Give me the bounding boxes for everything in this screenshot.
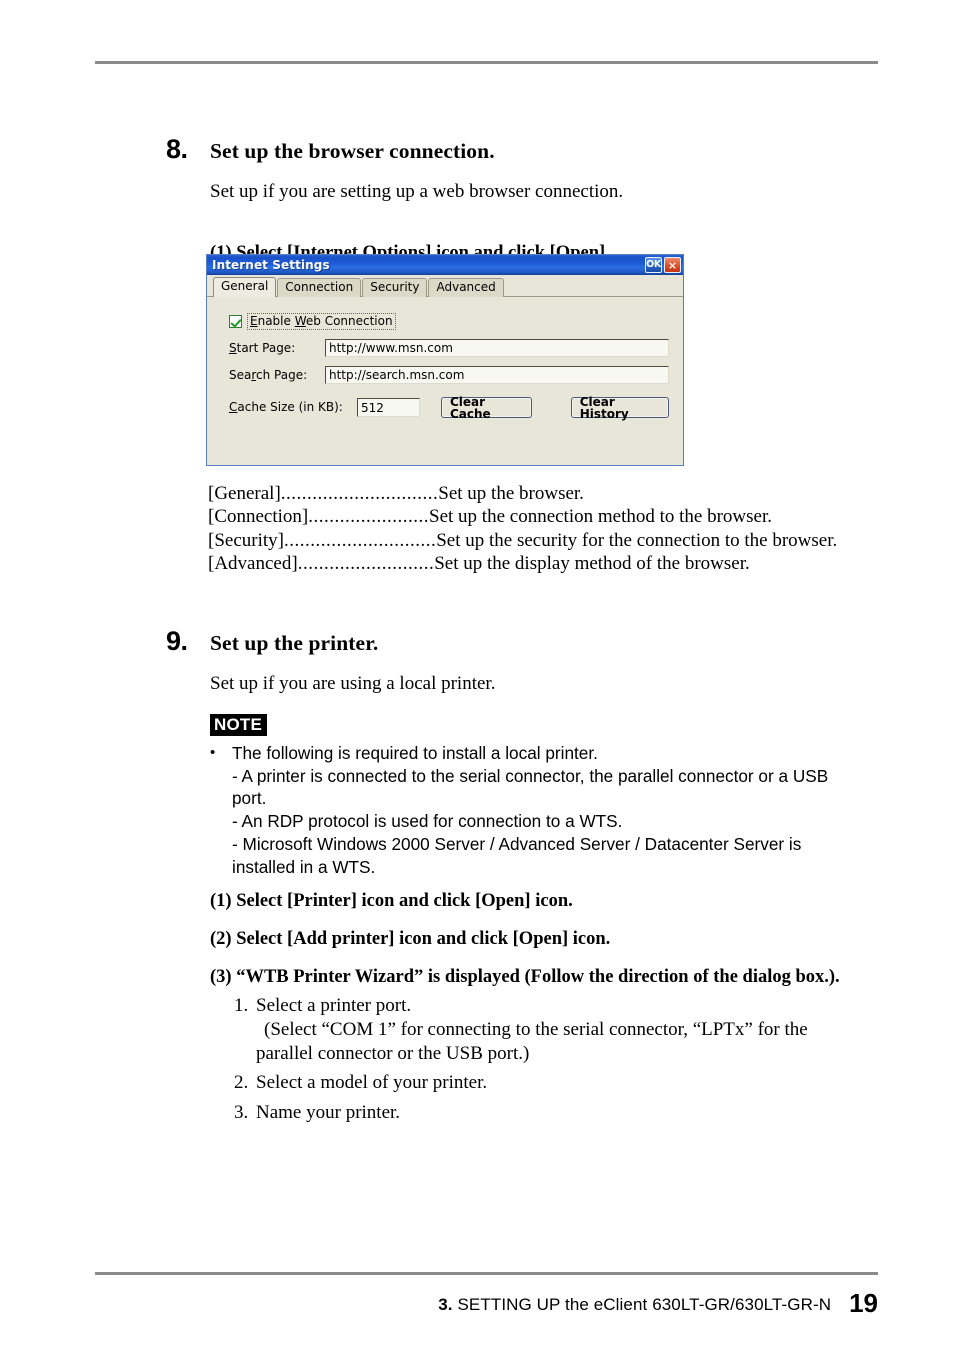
note-line: - An RDP protocol is used for connection… [232, 811, 623, 832]
printer-wizard-substeps: 1. Select a printer port. (Select “COM 1… [234, 994, 914, 1130]
note-line: The following is required to install a l… [232, 743, 598, 764]
cb-mid: nable [257, 314, 295, 328]
tab-advanced[interactable]: Advanced [428, 277, 504, 297]
section-9-step-3: (3) “WTB Printer Wizard” is displayed (F… [210, 966, 840, 987]
footer-chapter-number: 3. [438, 1295, 453, 1314]
clear-history-button[interactable]: Clear History [570, 396, 669, 420]
note-lines: The following is required to install a l… [232, 742, 910, 878]
note-line: - Microsoft Windows 2000 Server / Advanc… [232, 833, 802, 854]
cache-size-row: Cache Size (in KB): 512 Clear Cache Clea… [229, 396, 669, 420]
bullet-icon: • [210, 744, 216, 762]
leader-key: [Connection] [208, 506, 309, 528]
search-page-label: Search Page: [229, 367, 325, 382]
tab-security[interactable]: Security [362, 277, 428, 297]
section-8-title: Set up the browser connection. [210, 139, 495, 163]
section-9-number: 9. [166, 626, 188, 656]
leader-row: [General].............................. S… [208, 482, 837, 505]
manual-page: 8. Set up the browser connection. Set up… [0, 0, 954, 1348]
dialog-body: Enable Web Connection Start Page: http:/… [207, 297, 683, 465]
dialog-title: Internet Settings [212, 258, 330, 272]
header-rule [95, 61, 878, 64]
tab-connection[interactable]: Connection [277, 277, 362, 297]
start-page-label-rest: tart Page: [236, 340, 296, 355]
leader-value: Set up the connection method to the brow… [429, 506, 772, 528]
leader-key: [General] [208, 483, 281, 504]
section-9-heading: 9. Set up the printer. [166, 628, 906, 655]
leader-value: Set up the display method of the browser… [434, 552, 750, 574]
tab-general[interactable]: General [213, 276, 277, 297]
search-page-label-post: ch Page: [256, 367, 308, 382]
note-block: NOTE • The following is required to inst… [210, 714, 910, 878]
dialog-tabstrip: General Connection Security Advanced [207, 275, 683, 297]
substep-line: Select a model of your printer. [256, 1072, 488, 1094]
footer-rule [95, 1272, 878, 1275]
leader-dots: ....................... [308, 506, 430, 528]
cache-size-input[interactable]: 512 [357, 398, 420, 418]
note-badge: NOTE [210, 714, 268, 737]
search-page-input[interactable]: http://search.msn.com [325, 366, 669, 385]
close-icon[interactable]: × [664, 257, 681, 273]
list-item: 1. Select a printer port. (Select “COM 1… [234, 994, 914, 1066]
page-footer: 3. SETTING UP the eClient 630LT-GR/630LT… [0, 1288, 878, 1318]
list-item: 2. Select a model of your printer. [234, 1071, 914, 1095]
substep-line: (Select “COM 1” for connecting to the se… [264, 1019, 808, 1041]
search-page-row: Search Page: http://search.msn.com [229, 366, 669, 385]
leader-key: [Advanced] [208, 552, 298, 574]
footer-label: 3. SETTING UP the eClient 630LT-GR/630LT… [438, 1295, 831, 1315]
start-page-label: Start Page: [229, 340, 325, 355]
search-page-label-pre: Sea [229, 367, 252, 382]
leader-value: Set up the browser. [438, 483, 584, 504]
leader-row: [Advanced].......................... Set … [208, 552, 837, 575]
section-9-subtitle: Set up if you are using a local printer. [210, 673, 496, 694]
ok-button[interactable]: OK [645, 257, 662, 273]
substep-line: Select a printer port. [256, 995, 412, 1016]
leader-dots: ............................. [283, 529, 437, 551]
substep-number: 1. [234, 995, 249, 1016]
leader-row: [Security]............................. S… [208, 529, 837, 552]
substep-number: 3. [234, 1101, 249, 1123]
substep-text: Select a model of your printer. [256, 1071, 914, 1095]
substep-text: Select a printer port. (Select “COM 1” f… [256, 994, 914, 1066]
substep-text: Name your printer. [256, 1101, 914, 1125]
page-number: 19 [849, 1288, 878, 1318]
section-9-step-1: (1) Select [Printer] icon and click [Ope… [210, 891, 573, 911]
note-line: port. [232, 788, 267, 809]
section-8-subtitle: Set up if you are setting up a web brows… [210, 181, 624, 202]
substep-line: parallel connector or the USB port.) [256, 1043, 530, 1065]
note-body: • The following is required to install a… [210, 742, 910, 878]
note-line: installed in a WTS. [232, 856, 376, 877]
enable-web-connection-label: Enable Web Connection [247, 313, 396, 331]
section-8: 8. Set up the browser connection. Set up… [166, 136, 906, 268]
section-9-title: Set up the printer. [210, 631, 379, 655]
list-item: 3. Name your printer. [234, 1101, 914, 1125]
leader-value: Set up the security for the connection t… [436, 529, 838, 551]
section-9-step-2: (2) Select [Add printer] icon and click … [210, 928, 611, 949]
accel-e: E [250, 314, 258, 328]
section-8-heading: 8. Set up the browser connection. [166, 136, 906, 163]
section-9: 9. Set up the printer. Set up if you are… [166, 628, 906, 696]
cache-size-label: Cache Size (in KB): [229, 400, 357, 415]
start-page-input[interactable]: http://www.msn.com [325, 339, 669, 358]
start-page-row: Start Page: http://www.msn.com [229, 339, 669, 358]
footer-chapter-title: SETTING UP the eClient 630LT-GR/630LT-GR… [457, 1295, 832, 1314]
section-9-steps: (1) Select [Printer] icon and click [Ope… [166, 888, 906, 991]
clear-cache-button[interactable]: Clear Cache [441, 396, 532, 420]
cache-size-label-rest: ache Size (in KB): [237, 400, 343, 415]
leader-key: [Security] [208, 529, 284, 551]
substep-line: Name your printer. [256, 1101, 401, 1123]
enable-web-connection-row[interactable]: Enable Web Connection [229, 313, 669, 331]
tab-description-list: [General].............................. S… [208, 482, 837, 575]
substep-number: 2. [234, 1072, 249, 1094]
leader-dots: .............................. [280, 483, 439, 504]
internet-settings-dialog: Internet Settings OK × General Connectio… [206, 254, 684, 466]
dialog-titlebar[interactable]: Internet Settings OK × [207, 255, 683, 275]
section-8-number: 8. [166, 134, 188, 164]
accel-s: S [229, 340, 237, 355]
cb-post: eb Connection [305, 314, 393, 328]
note-line: - A printer is connected to the serial c… [232, 765, 829, 786]
leader-row: [Connection]....................... Set u… [208, 505, 837, 528]
accel-w: W [294, 314, 306, 328]
leader-dots: .......................... [297, 552, 435, 574]
checkmark-icon[interactable] [229, 315, 242, 329]
